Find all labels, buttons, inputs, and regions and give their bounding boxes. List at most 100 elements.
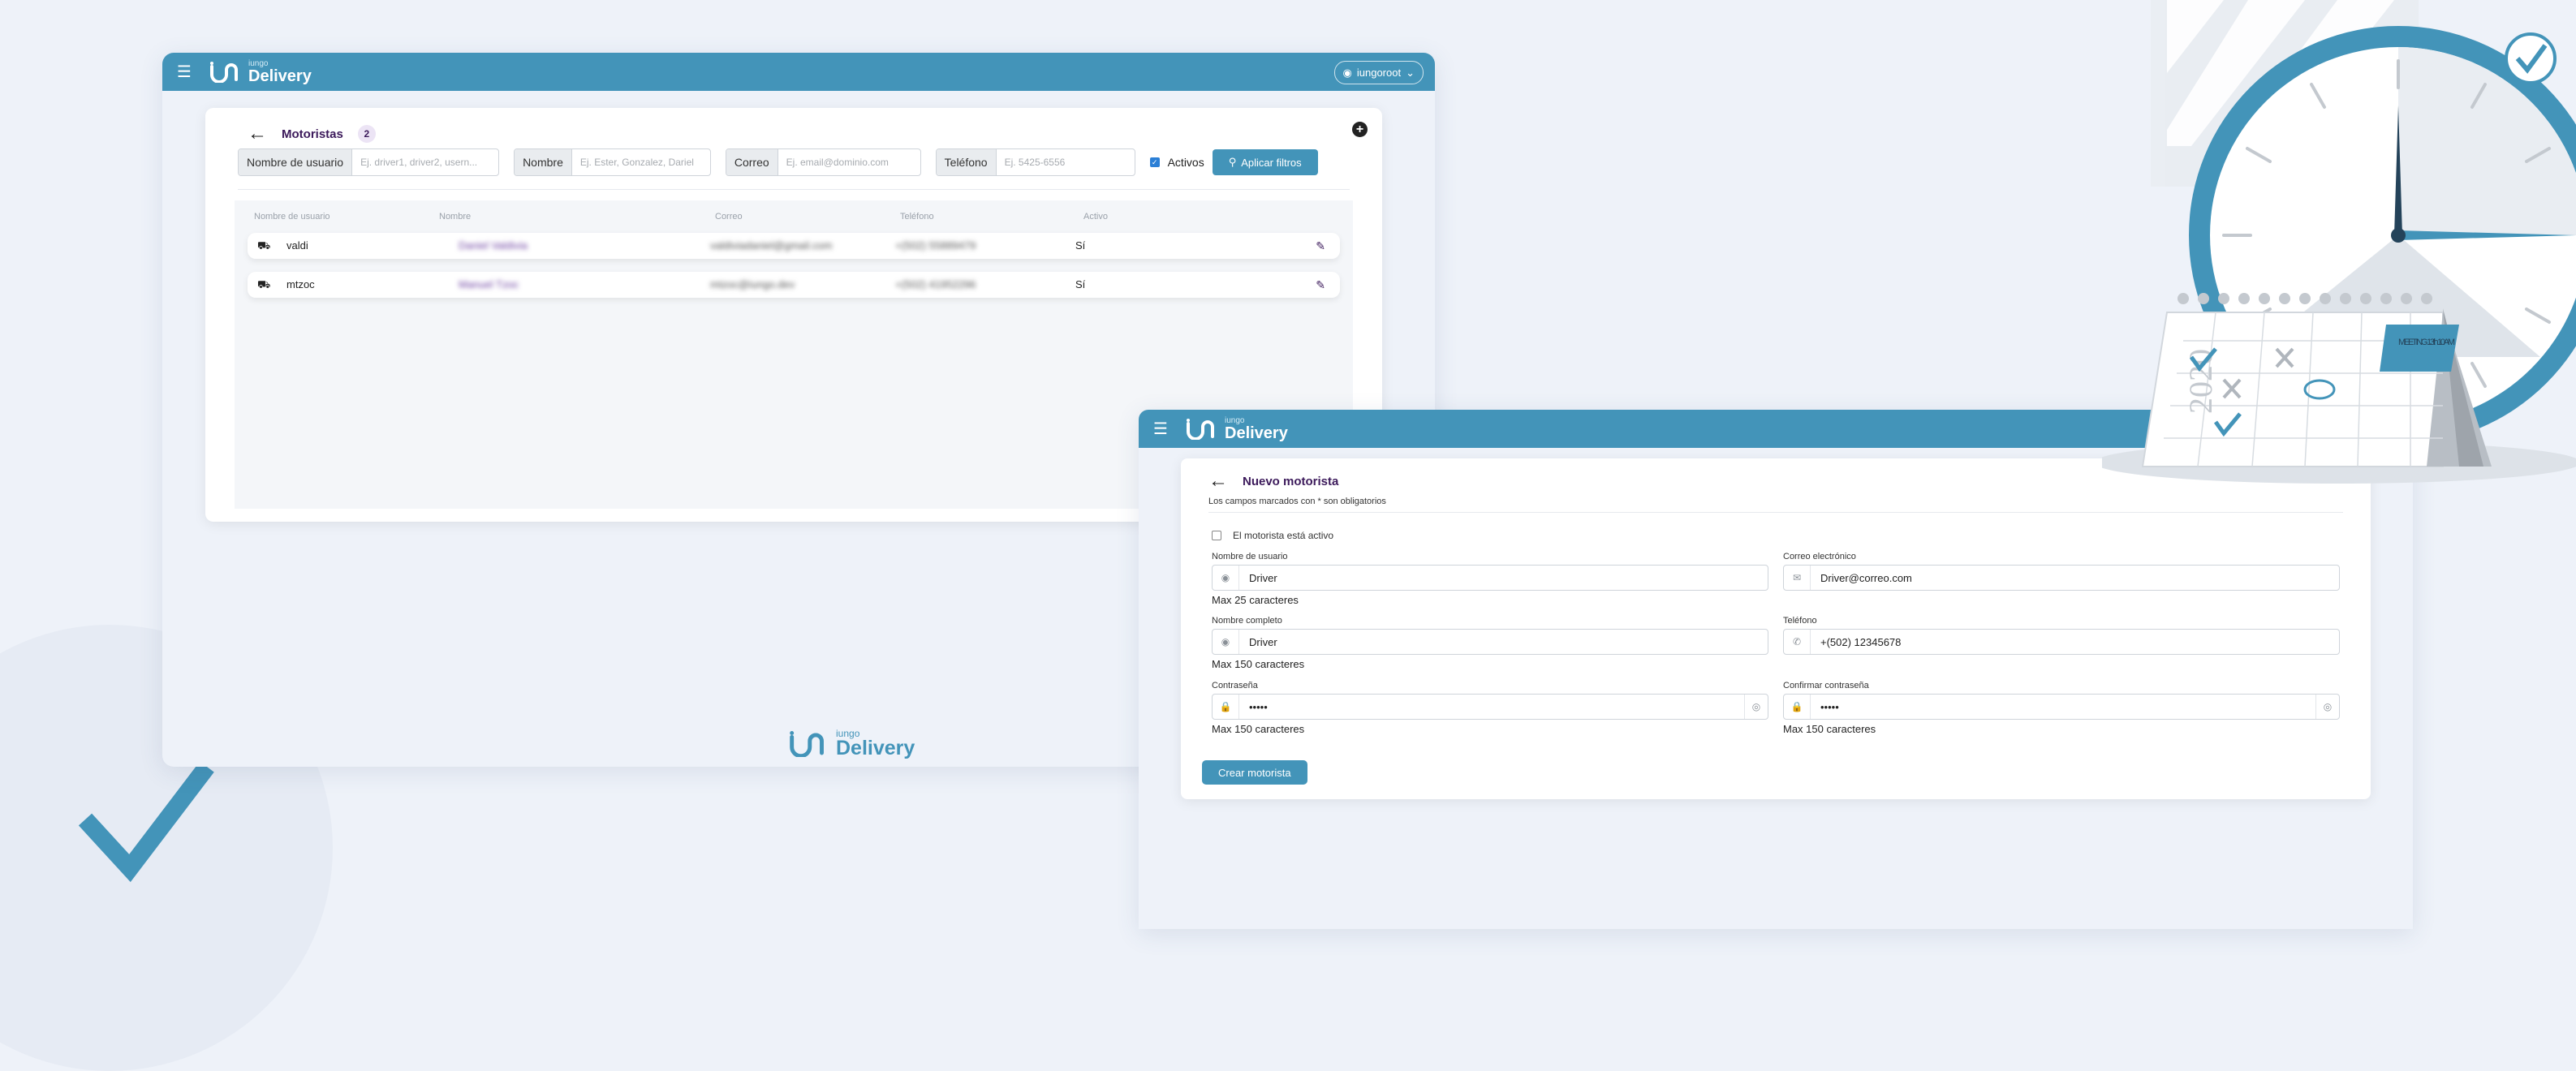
row-username: mtzoc [286,278,315,290]
email-filter-input[interactable]: Ej. email@dominio.com [778,149,920,175]
phone-filter: Teléfono Ej. 5425-6556 [935,148,1135,176]
hamburger-icon[interactable]: ☰ [1150,419,1171,439]
chevron-down-icon: ⌄ [1406,66,1415,79]
eye-icon[interactable]: ◎ [2315,695,2339,719]
hamburger-icon[interactable]: ☰ [174,62,195,82]
username-filter-input[interactable]: Ej. driver1, driver2, usern... [352,149,498,175]
divider [238,189,1350,190]
fullname-input[interactable]: ◉ Driver [1212,629,1768,655]
column-header-active: Activo [1083,212,1108,222]
email-filter: Correo Ej. email@dominio.com [725,148,921,176]
fullname-label: Nombre completo [1212,616,1282,626]
active-checkbox[interactable] [1212,531,1221,540]
column-header-username: Nombre de usuario [254,212,330,222]
row-name: Daniel Valdivia [459,239,528,252]
confirm-password-label: Confirmar contraseña [1783,681,1869,690]
count-badge: 2 [357,125,376,143]
phone-filter-input[interactable]: Ej. 5425-6556 [997,149,1135,175]
add-motorista-button[interactable]: + [1352,122,1368,137]
phone-input[interactable]: ✆ +(502) 12345678 [1783,629,2340,655]
confirm-password-value: ••••• [1820,700,1839,713]
footer-logo: iungo Delivery [789,729,915,759]
row-username: valdi [286,239,308,252]
table-row[interactable]: ⛟ valdi Daniel Valdivia valdiviadaniel@g… [248,233,1340,259]
clock-calendar-illustration: MEETING 13th 10AM 2020 [2102,0,2576,484]
logo-big-text: Delivery [836,737,915,759]
motorcycle-icon: ⛟ [257,278,271,290]
iungo-logo-icon [790,730,824,757]
divider [1208,512,2343,513]
email-value: Driver@correo.com [1820,571,1912,584]
phone-value: +(502) 12345678 [1820,635,1902,648]
username-filter-label: Nombre de usuario [239,149,353,175]
logo-big-text: Delivery [1225,424,1288,442]
column-header-name: Nombre [439,212,472,222]
phone-icon: ✆ [1784,630,1811,654]
table-row[interactable]: ⛟ mtzoc Manuel Tzoc mtzoc@iungo.dev +(50… [248,272,1340,298]
create-motorista-button[interactable]: Crear motorista [1202,760,1307,785]
password-label: Contraseña [1212,681,1258,690]
active-toggle[interactable]: El motorista está activo [1212,530,1333,541]
app-logo[interactable]: iungo Delivery [1186,416,1288,442]
active-checkbox[interactable]: ✓ [1149,157,1160,167]
username-label: Nombre de usuario [1212,552,1288,561]
eye-icon[interactable]: ◎ [1744,695,1768,719]
table-header: Nombre de usuario Nombre Correo Teléfono… [254,212,1353,225]
nuevo-motorista-form: ← Nuevo motorista Los campos marcados co… [1181,458,2371,799]
form-subtitle: Los campos marcados con * son obligatori… [1208,497,1386,506]
row-phone: +(502) 55889479 [895,239,976,252]
phone-label: Teléfono [1783,616,1817,626]
row-phone: +(502) 41952296 [895,278,976,290]
calendar-year: 2020 [2182,349,2219,414]
password-help: Max 150 caracteres [1212,723,1305,735]
back-arrow-icon[interactable]: ← [1208,470,1228,492]
fullname-value: Driver [1249,635,1277,648]
email-label: Correo electrónico [1783,552,1856,561]
username-input[interactable]: ◉ Driver [1212,565,1768,591]
top-navbar: ☰ iungo Delivery ◉ iungoroot ⌄ [162,53,1435,91]
user-menu-button[interactable]: ◉ iungoroot ⌄ [1333,61,1424,84]
email-input[interactable]: ✉ Driver@correo.com [1783,565,2340,591]
apply-filters-button[interactable]: ⚲ Aplicar filtros [1212,149,1318,175]
phone-filter-label: Teléfono [936,149,997,175]
form-title: Nuevo motorista [1243,474,1339,488]
apply-filters-label: Aplicar filtros [1241,156,1302,169]
row-email: mtzoc@iungo.dev [710,278,795,290]
username-filter: Nombre de usuario Ej. driver1, driver2, … [238,148,500,176]
password-input[interactable]: 🔒 ••••• ◎ [1212,694,1768,720]
envelope-icon: ✉ [1784,566,1811,590]
row-email: valdiviadaniel@gmail.com [710,239,833,252]
back-arrow-icon[interactable]: ← [248,123,267,145]
iungo-logo-icon [1187,418,1214,440]
page-title: Motoristas [282,127,343,141]
name-filter-input[interactable]: Ej. Ester, Gonzalez, Dariel [572,149,710,175]
active-label: El motorista está activo [1233,530,1334,541]
row-active: Sí [1075,278,1086,290]
calendar-note: MEETING 13th 10AM [2398,338,2455,347]
row-name: Manuel Tzoc [459,278,519,290]
logo-small-text: iungo [248,58,269,68]
checkmark-decoration-icon [78,761,214,883]
edit-icon[interactable]: ✎ [1316,278,1325,292]
confirm-password-help: Max 150 caracteres [1783,723,1876,735]
user-icon: ◉ [1213,566,1239,590]
lock-icon: 🔒 [1784,695,1811,719]
user-name: iungoroot [1356,67,1402,79]
email-filter-label: Correo [726,149,778,175]
edit-icon[interactable]: ✎ [1316,239,1325,253]
search-icon: ⚲ [1228,156,1237,168]
name-filter: Nombre Ej. Ester, Gonzalez, Dariel [514,148,711,176]
app-logo[interactable]: iungo Delivery [209,58,312,85]
password-value: ••••• [1249,700,1268,713]
username-help: Max 25 caracteres [1212,594,1299,606]
fullname-help: Max 150 caracteres [1212,658,1305,670]
logo-big-text: Delivery [248,67,312,85]
confirm-password-input[interactable]: 🔒 ••••• ◎ [1783,694,2340,720]
column-header-phone: Teléfono [900,212,934,222]
name-filter-label: Nombre [515,149,572,175]
active-filter-label: Activos [1167,156,1204,169]
user-icon: ◉ [1213,630,1239,654]
filters-bar: Nombre de usuario Ej. driver1, driver2, … [238,148,1318,176]
active-filter[interactable]: ✓ Activos [1149,156,1204,169]
lock-icon: 🔒 [1213,695,1239,719]
